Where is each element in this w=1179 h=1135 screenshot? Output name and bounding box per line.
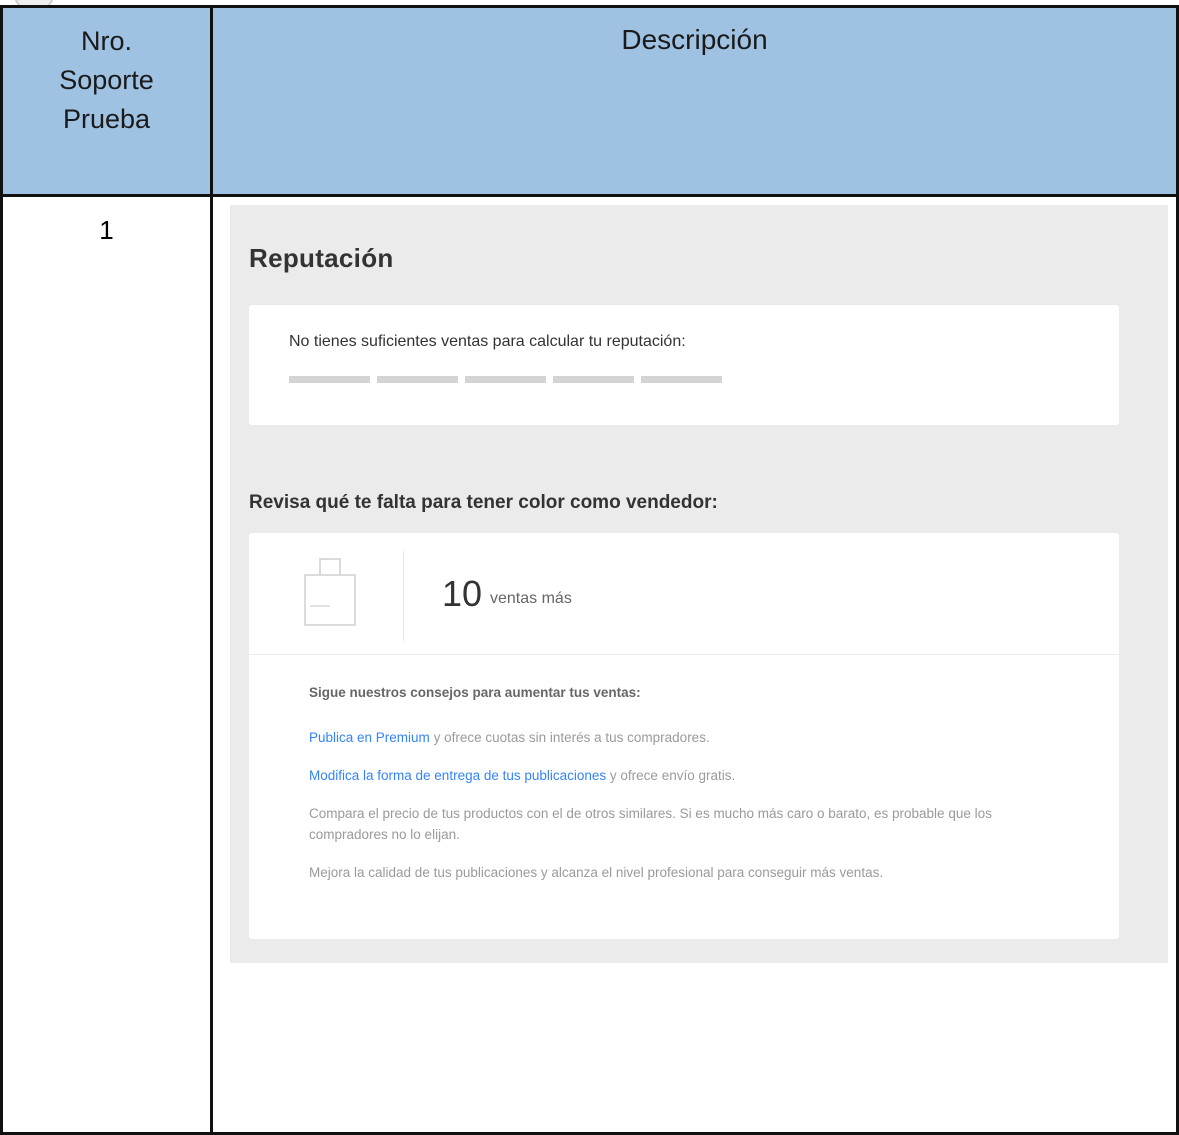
horizontal-divider [249, 654, 1119, 655]
shopping-bag-icon [304, 558, 356, 626]
thermometer-segment [553, 376, 634, 383]
tip-premium: Publica en Premium y ofrece cuotas sin i… [309, 727, 1069, 748]
header-num-line-2: Soporte [59, 65, 154, 95]
requirements-card: 10 ventas más Sigue nuestros consejos pa… [249, 533, 1119, 939]
thermometer-segment [289, 376, 370, 383]
tip-text: y ofrece envío gratis. [606, 768, 736, 783]
tip-quality: Mejora la calidad de tus publicaciones y… [309, 865, 884, 880]
table-row: 1 Reputación No tienes suficientes venta… [0, 194, 1179, 1135]
table-header-row: Nro. Soporte Prueba Descripción [0, 5, 1179, 197]
header-desc-cell: Descripción [210, 5, 1179, 197]
row-desc-cell: Reputación No tienes suficientes ventas … [210, 194, 1179, 1135]
reputation-thermometer [289, 376, 722, 383]
embedded-screenshot: Reputación No tienes suficientes ventas … [230, 205, 1168, 963]
publish-premium-link[interactable]: Publica en Premium [309, 730, 430, 745]
tip-shipping: Modifica la forma de entrega de tus publ… [309, 765, 1069, 786]
vertical-divider [403, 551, 404, 641]
header-num-cell: Nro. Soporte Prueba [0, 5, 213, 197]
header-num-line-1: Nro. [80, 26, 132, 56]
thermometer-segment [377, 376, 458, 383]
row-number: 1 [99, 215, 114, 245]
no-sales-text: No tienes suficientes ventas para calcul… [289, 333, 686, 350]
reputation-title: Reputación [249, 243, 394, 273]
tips-intro: Sigue nuestros consejos para aumentar tu… [309, 685, 641, 700]
modify-shipping-link[interactable]: Modifica la forma de entrega de tus publ… [309, 768, 606, 783]
sales-label: ventas más [490, 590, 572, 607]
thermometer-segment [465, 376, 546, 383]
thermometer-segment [641, 376, 722, 383]
header-desc-label: Descripción [621, 24, 768, 55]
tip-price: Compara el precio de tus productos con e… [309, 806, 992, 842]
header-num-line-3: Prueba [62, 104, 151, 134]
tip-text: y ofrece cuotas sin interés a tus compra… [429, 730, 710, 745]
support-table: Nro. Soporte Prueba Descripción 1 Reputa… [0, 5, 1179, 1135]
row-num-cell: 1 [0, 194, 213, 1135]
sales-count: 10 [442, 573, 483, 614]
reputation-card: No tienes suficientes ventas para calcul… [249, 305, 1119, 425]
seller-color-title: Revisa qué te falta para tener color com… [249, 492, 718, 513]
